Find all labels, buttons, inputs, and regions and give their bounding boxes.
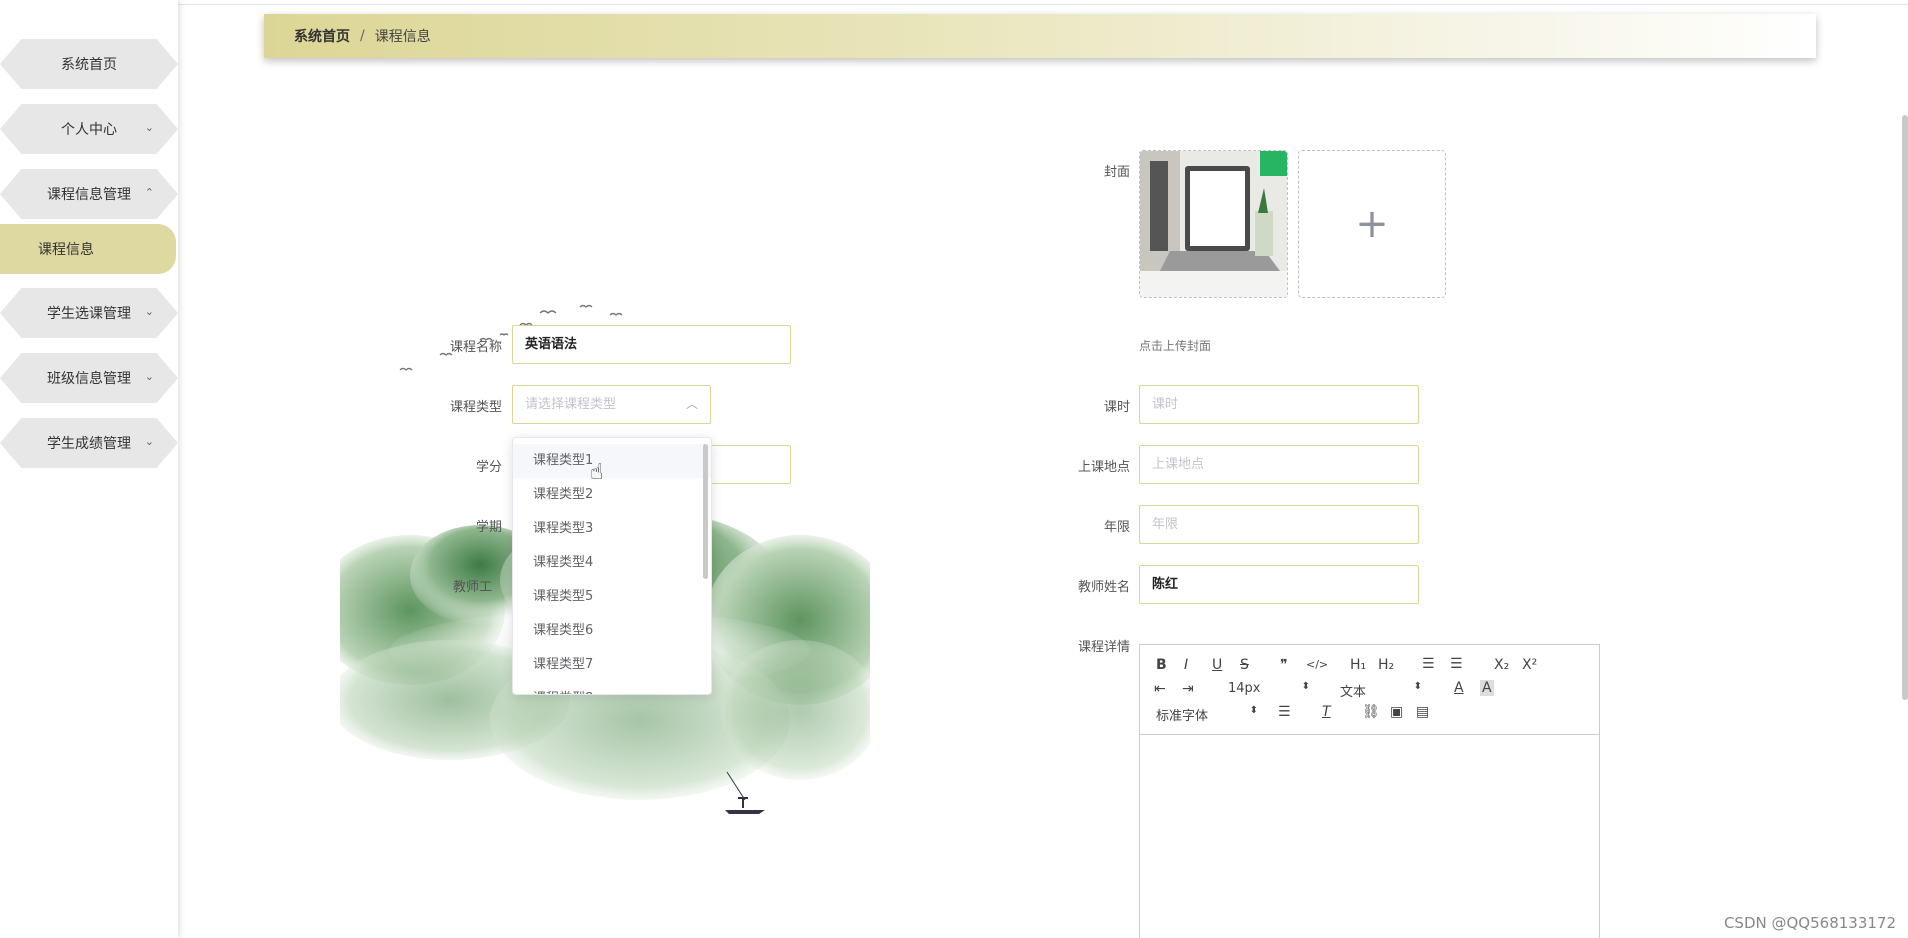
details-label: 课程详情 [1077, 640, 1130, 655]
teacher-name-label: 教师姓名 [1077, 580, 1130, 595]
link-icon[interactable]: ⛓ [1362, 704, 1380, 720]
upload-cover-hint: 点击上传封面 [1139, 339, 1212, 353]
sidebar-item-label: 学生选课管理 [47, 306, 131, 322]
dropdown-option[interactable]: 课程类型6 [513, 614, 711, 648]
teacher-id-label: 教师工 [452, 580, 492, 595]
teacher-name-input[interactable]: 陈红 [1139, 565, 1419, 604]
underline-icon[interactable]: U [1212, 657, 1222, 673]
sidebar-item-home[interactable]: 系统首页 [0, 39, 178, 89]
sidebar-item-grade-management[interactable]: 学生成绩管理 ⌄ [0, 418, 178, 468]
align-icon[interactable]: ☰ [1278, 704, 1291, 720]
chevron-down-icon: ⌄ [144, 121, 154, 134]
image-icon[interactable]: ▣ [1390, 704, 1403, 720]
font-color-icon[interactable]: A [1454, 680, 1464, 696]
dropdown-option[interactable]: 课程类型8 [513, 682, 711, 694]
font-family-select[interactable]: 标准字体 ⬍ [1156, 705, 1258, 724]
breadcrumb: 系统首页 / 课程信息 [264, 14, 1816, 58]
course-name-label: 课程名称 [449, 340, 502, 355]
code-icon[interactable]: </> [1306, 658, 1328, 671]
italic-icon[interactable]: I [1184, 657, 1188, 673]
hours-label: 课时 [1103, 400, 1130, 415]
sidebar-item-label: 学生成绩管理 [47, 436, 131, 452]
sidebar-item-class-management[interactable]: 班级信息管理 ⌄ [0, 353, 178, 403]
chevron-up-icon: ⌃ [144, 186, 154, 199]
plus-icon: + [1355, 201, 1389, 247]
breadcrumb-home[interactable]: 系统首页 [294, 26, 350, 46]
sidebar: 系统首页 个人中心 ⌄ 课程信息管理 ⌃ 课程信息 学生选课管理 ⌄ 班级信息管… [0, 0, 178, 938]
chevron-down-icon: ⌄ [144, 435, 154, 448]
dropdown-option[interactable]: 课程类型7 [513, 648, 711, 682]
bullet-list-icon[interactable]: ☰ [1450, 656, 1463, 672]
location-label: 上课地点 [1077, 460, 1130, 475]
sidebar-item-label: 个人中心 [61, 122, 117, 138]
upload-cover-button[interactable]: + [1298, 150, 1446, 298]
dropdown-option[interactable]: 课程类型5 [513, 580, 711, 614]
dropdown-option[interactable]: 课程类型2 [513, 478, 711, 512]
breadcrumb-current: 课程信息 [374, 29, 431, 45]
outdent-icon[interactable]: ⇤ [1154, 681, 1166, 697]
cover-label: 封面 [1103, 165, 1130, 180]
sidebar-item-label: 班级信息管理 [47, 371, 131, 387]
cover-image[interactable] [1139, 150, 1288, 298]
background-color-icon[interactable]: A [1480, 680, 1494, 696]
h1-icon[interactable]: H₁ [1350, 657, 1366, 673]
dropdown-option[interactable]: 课程类型3 [513, 512, 711, 546]
breadcrumb-separator: / [360, 28, 365, 44]
page-scrollbar[interactable] [1902, 115, 1908, 700]
quote-icon[interactable]: ❞ [1280, 657, 1288, 673]
sidebar-subitem-course-info[interactable]: 课程信息 [0, 224, 178, 274]
course-type-placeholder: 请选择课程类型 [525, 397, 617, 412]
top-border [0, 4, 1908, 5]
credit-label: 学分 [475, 460, 502, 475]
sidebar-item-personal-center[interactable]: 个人中心 ⌄ [0, 104, 178, 154]
strike-icon[interactable]: S [1240, 657, 1249, 673]
ordered-list-icon[interactable]: ☰ [1422, 656, 1435, 672]
course-type-dropdown: 课程类型1 课程类型2 课程类型3 课程类型4 课程类型5 课程类型6 课程类型… [512, 437, 712, 695]
course-name-input[interactable]: 英语语法 [512, 325, 791, 364]
sidebar-item-course-management[interactable]: 课程信息管理 ⌃ [0, 169, 178, 219]
subscript-icon[interactable]: X₂ [1494, 657, 1509, 673]
h2-icon[interactable]: H₂ [1378, 657, 1394, 673]
dropdown-option[interactable]: 课程类型4 [513, 546, 711, 580]
font-size-select[interactable]: 14px ⬍ [1228, 681, 1310, 696]
dropdown-option[interactable]: 课程类型1 [513, 444, 711, 478]
sidebar-subitem-label: 课程信息 [38, 242, 94, 258]
video-icon[interactable]: ▤ [1416, 704, 1429, 720]
chevron-down-icon: ⌄ [144, 305, 154, 318]
years-label: 年限 [1103, 520, 1130, 535]
chevron-down-icon: ⌄ [144, 370, 154, 383]
course-type-select[interactable]: 请选择课程类型 ︿ [512, 385, 711, 424]
watermark: CSDN @QQ568133172 [1723, 914, 1896, 932]
semester-label: 学期 [475, 520, 502, 535]
chevron-up-icon: ︿ [685, 397, 698, 411]
indent-icon[interactable]: ⇥ [1182, 681, 1194, 697]
sidebar-item-label: 系统首页 [61, 57, 117, 73]
dropdown-scrollbar[interactable] [703, 444, 708, 579]
rich-text-editor: B I U S ❞ </> H₁ H₂ ☰ ☰ X₂ X² ⇤ ⇥ 14px ⬍ … [1139, 644, 1600, 938]
hand-cursor-icon: ☝ [590, 460, 604, 485]
sidebar-item-course-selection[interactable]: 学生选课管理 ⌄ [0, 288, 178, 338]
credit-input[interactable] [700, 445, 791, 484]
hours-input[interactable]: 课时 [1139, 385, 1419, 424]
heading-select[interactable]: 文本 ⬍ [1340, 681, 1422, 700]
clear-format-icon[interactable]: T [1322, 704, 1331, 720]
sidebar-item-label: 课程信息管理 [47, 187, 131, 203]
years-input[interactable]: 年限 [1139, 505, 1419, 544]
superscript-icon[interactable]: X² [1522, 657, 1537, 673]
bold-icon[interactable]: B [1156, 657, 1167, 673]
course-type-label: 课程类型 [449, 400, 502, 415]
editor-toolbar: B I U S ❞ </> H₁ H₂ ☰ ☰ X₂ X² ⇤ ⇥ 14px ⬍ … [1140, 645, 1599, 735]
location-input[interactable]: 上课地点 [1139, 445, 1419, 484]
